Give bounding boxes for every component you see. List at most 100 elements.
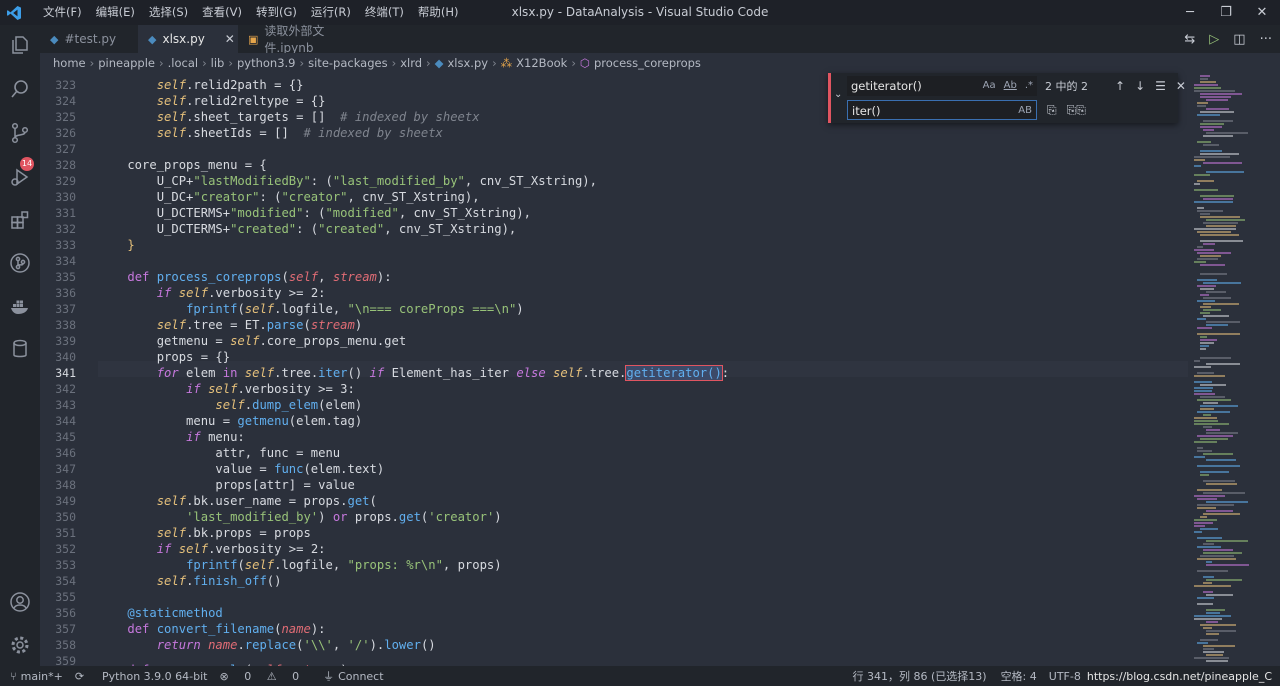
minimize-button[interactable]: ─ — [1172, 0, 1208, 25]
connect-button[interactable]: Connect — [338, 670, 383, 683]
preserve-case-toggle[interactable]: AB — [1018, 101, 1032, 121]
minimap-stroke — [1194, 657, 1229, 659]
next-match-arrow-icon[interactable]: ↓ — [1135, 79, 1145, 93]
settings-gear-icon[interactable] — [8, 633, 32, 657]
source-control-icon[interactable] — [8, 121, 32, 145]
breadcrumb-item[interactable]: xlrd — [400, 56, 422, 70]
breadcrumb-item[interactable]: .local — [168, 56, 198, 70]
find-input[interactable]: getiterator() Aa Ab .* — [847, 76, 1037, 96]
account-icon[interactable] — [8, 590, 32, 614]
file-encoding[interactable]: UTF-8 — [1049, 670, 1081, 683]
docker-icon[interactable] — [8, 294, 32, 318]
menu-help[interactable]: 帮助(H) — [411, 0, 466, 25]
menu-view[interactable]: 查看(V) — [195, 0, 249, 25]
minimap-stroke — [1200, 312, 1210, 314]
minimap-stroke — [1206, 432, 1238, 434]
code-line: U_DC+"creator": ("creator", cnv_ST_Xstri… — [98, 190, 480, 204]
replace-input[interactable]: iter() AB — [847, 100, 1037, 120]
minimap-stroke — [1206, 609, 1225, 611]
minimap-stroke — [1203, 402, 1218, 404]
line-number: 326 — [55, 126, 76, 140]
cursor-position[interactable]: 行 341，列 86 (已选择13) — [853, 668, 987, 684]
breadcrumb-item[interactable]: home — [53, 56, 86, 70]
minimap-stroke — [1203, 426, 1212, 428]
find-row: getiterator() Aa Ab .* 2 中的 2 ↑ ↓ ☰ ✕ — [847, 75, 1186, 97]
editor-actions: ⇆ ▷ ◫ ··· — [1184, 25, 1272, 53]
replace-all-icon[interactable]: ⎘⎘ — [1067, 103, 1086, 118]
error-count: 0 — [244, 669, 252, 683]
split-editor-icon[interactable]: ◫ — [1233, 32, 1245, 47]
breadcrumb-item[interactable]: site-packages — [308, 56, 387, 70]
breadcrumb-item[interactable]: process_coreprops — [594, 56, 701, 70]
minimap-stroke — [1197, 570, 1228, 572]
python-interpreter[interactable]: Python 3.9.0 64-bit — [102, 670, 207, 683]
code-line: return name.replace('\\', '/').lower() — [156, 638, 436, 652]
match-whole-word-toggle[interactable]: Ab — [1004, 76, 1017, 96]
line-number: 342 — [55, 382, 76, 396]
minimap-stroke — [1203, 582, 1212, 584]
minimap-stroke — [1200, 408, 1214, 410]
match-case-toggle[interactable]: Aa — [983, 76, 996, 96]
minimap-stroke — [1203, 645, 1235, 647]
find-in-selection-icon[interactable]: ☰ — [1155, 79, 1166, 93]
tab-label: xlsx.py — [162, 32, 205, 46]
extensions-icon[interactable] — [8, 208, 32, 232]
breadcrumb-item[interactable]: pineapple — [98, 56, 155, 70]
run-file-icon[interactable]: ▷ — [1209, 32, 1219, 47]
database-icon[interactable] — [8, 337, 32, 361]
indentation[interactable]: 空格: 4 — [1001, 668, 1037, 684]
use-regex-toggle[interactable]: .* — [1025, 76, 1033, 96]
code-line: menu = getmenu(elem.tag) — [98, 414, 363, 428]
minimap-stroke — [1197, 450, 1212, 452]
code-editor[interactable]: 323 324 325 326 327 328 329 330 331 332 333 334 335 3… — [40, 73, 1190, 666]
minimap-stroke — [1203, 651, 1224, 653]
git-graph-icon[interactable] — [8, 251, 32, 275]
minimap-stroke — [1197, 279, 1217, 281]
tab-notebook[interactable]: ▣ 读取外部文件.ipynb — [238, 24, 374, 55]
minimap[interactable] — [1190, 73, 1280, 666]
window-controls: ─ ❐ ✕ — [1172, 0, 1280, 25]
run-debug-icon[interactable] — [8, 165, 32, 189]
minimap-stroke — [1197, 102, 1208, 104]
minimap-stroke — [1206, 540, 1248, 542]
breadcrumb-item[interactable]: xlsx.py — [448, 56, 489, 70]
breadcrumb-item[interactable]: python3.9 — [237, 56, 296, 70]
line-number: 327 — [55, 142, 76, 156]
minimap-stroke — [1200, 474, 1209, 476]
breadcrumb-item[interactable]: lib — [211, 56, 225, 70]
menu-file[interactable]: 文件(F) — [36, 0, 89, 25]
toggle-replace-chevron-icon[interactable]: ⌄ — [834, 89, 842, 100]
minimap-stroke — [1206, 225, 1236, 227]
close-window-button[interactable]: ✕ — [1244, 0, 1280, 25]
git-branch[interactable]: main*+ — [21, 670, 63, 683]
explorer-icon[interactable] — [8, 33, 32, 57]
minimap-stroke — [1194, 618, 1222, 620]
close-find-icon[interactable]: ✕ — [1176, 79, 1186, 93]
sync-icon[interactable]: ⟳ — [75, 670, 84, 683]
menu-edit[interactable]: 编辑(E) — [89, 0, 142, 25]
menu-terminal[interactable]: 终端(T) — [358, 0, 411, 25]
minimap-stroke — [1194, 159, 1205, 161]
search-icon[interactable] — [8, 77, 32, 101]
tab-close-icon[interactable]: ✕ — [225, 32, 235, 46]
code-line: self.bk.user_name = props.get( — [156, 494, 377, 508]
more-actions-icon[interactable]: ··· — [1260, 32, 1272, 47]
minimap-stroke — [1194, 165, 1201, 167]
minimap-stroke — [1194, 201, 1233, 203]
breadcrumb-item[interactable]: X12Book — [516, 56, 567, 70]
replace-one-icon[interactable]: ⎘ — [1047, 103, 1057, 118]
restore-button[interactable]: ❐ — [1208, 0, 1244, 25]
problems-indicator[interactable]: ⊗ 0 ⚠ 0 — [219, 670, 311, 683]
tab-test-py[interactable]: ◆ #test.py — [40, 25, 138, 53]
code-line: U_DCTERMS+"created": ("created", cnv_ST_… — [98, 222, 517, 236]
minimap-stroke — [1200, 438, 1228, 440]
menu-selection[interactable]: 选择(S) — [142, 0, 195, 25]
minimap-stroke — [1194, 420, 1218, 422]
code-line: if menu: — [186, 430, 245, 444]
open-changes-icon[interactable]: ⇆ — [1184, 32, 1195, 47]
minimap-stroke — [1203, 129, 1214, 131]
minimap-stroke — [1200, 339, 1217, 341]
tab-xlsx-py[interactable]: ◆ xlsx.py ✕ — [138, 25, 238, 53]
title-bar: 文件(F) 编辑(E) 选择(S) 查看(V) 转到(G) 运行(R) 终端(T… — [0, 0, 1280, 25]
previous-match-arrow-icon[interactable]: ↑ — [1115, 79, 1125, 93]
